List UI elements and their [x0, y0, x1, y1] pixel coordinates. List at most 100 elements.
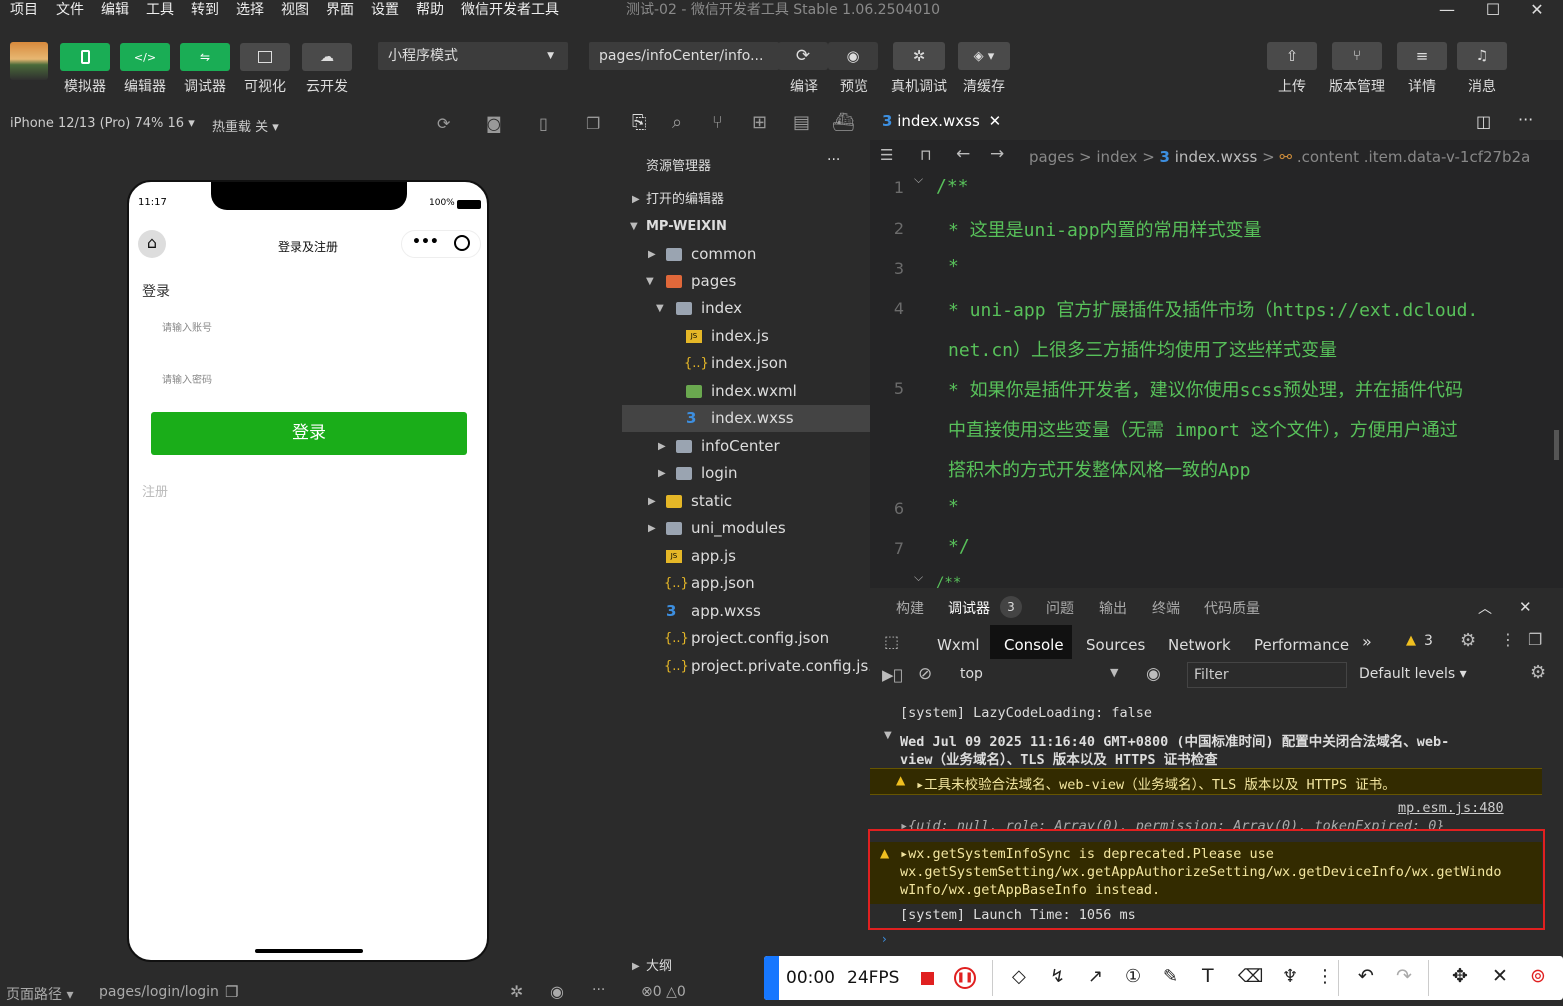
levels-select[interactable]: Default levels ▾	[1359, 666, 1467, 682]
avatar[interactable]	[10, 42, 48, 80]
record-icon[interactable]: ⊚	[1530, 965, 1546, 987]
remote-debug-button[interactable]: ✲	[893, 42, 945, 70]
recorder-handle[interactable]	[764, 956, 779, 1000]
pause-icon[interactable]: ❚❚	[954, 967, 976, 989]
maximize-icon[interactable]: ☐	[1478, 0, 1508, 22]
more-icon[interactable]: •••	[412, 234, 439, 250]
more-icon[interactable]: ···	[1518, 110, 1533, 129]
compile-button[interactable]: ⟳	[778, 42, 828, 70]
tab-terminal[interactable]: 终端	[1152, 598, 1180, 618]
tree-common[interactable]: ▶ common	[622, 241, 870, 268]
docker-icon[interactable]: ⛴	[832, 112, 855, 133]
tree-static[interactable]: ▶ static	[622, 488, 870, 515]
menu-project[interactable]: 项目	[10, 0, 38, 20]
tab-sources[interactable]: Sources	[1086, 632, 1145, 658]
mode-select[interactable]: 小程序模式 ▼	[378, 42, 568, 70]
breadcrumb-item[interactable]: .content .item.data-v-1cf27b2a	[1297, 148, 1531, 166]
device-select[interactable]: iPhone 12/13 (Pro) 74% 16 ▾	[10, 116, 195, 131]
breadcrumb-item[interactable]: index.wxss	[1175, 148, 1258, 166]
stop-icon[interactable]: ◙	[486, 114, 502, 133]
tree-login[interactable]: ▶ login	[622, 460, 870, 487]
register-link[interactable]: 注册	[142, 481, 168, 500]
polyline-icon[interactable]: ↯	[1050, 966, 1065, 987]
menu-help[interactable]: 帮助	[416, 0, 444, 20]
tree-index-wxml[interactable]: index.wxml	[622, 378, 870, 405]
filter-input[interactable]: Filter	[1187, 662, 1347, 688]
upload-button[interactable]: ⇧	[1267, 42, 1317, 70]
expand-icon[interactable]: ▼	[884, 730, 892, 741]
number-icon[interactable]: ①	[1125, 966, 1141, 987]
copy-icon[interactable]: ❐	[225, 983, 238, 1001]
forward-icon[interactable]: →	[990, 144, 1004, 164]
pen-icon[interactable]: ✎	[1163, 966, 1178, 987]
tab-output[interactable]: 输出	[1099, 598, 1127, 618]
tab-index-wxss[interactable]: 3 index.wxss ✕	[882, 112, 1001, 130]
redo-icon[interactable]: ↷	[1396, 965, 1412, 987]
close-window-icon[interactable]: ✕	[1522, 0, 1552, 22]
breadcrumb-item[interactable]: index	[1096, 148, 1137, 166]
debugger-button[interactable]: ⇋	[180, 43, 230, 71]
password-input[interactable]: 请输入密码	[162, 371, 212, 386]
bug-icon[interactable]: ✲	[510, 982, 523, 1001]
menu-wechat-devtools[interactable]: 微信开发者工具	[461, 0, 559, 20]
tree-project-private-config[interactable]: {..} project.private.config.js...	[622, 653, 883, 680]
move-icon[interactable]: ✥	[1452, 965, 1468, 987]
console-warning[interactable]: ▸工具未校验合法域名、web-view（业务域名）、TLS 版本以及 HTTPS…	[916, 773, 1396, 793]
spotlight-icon[interactable]: ♆	[1282, 966, 1298, 987]
eraser-icon[interactable]: ⌫	[1238, 966, 1263, 987]
root-folder[interactable]: ▼ MP-WEIXIN	[622, 213, 870, 240]
menu-interface[interactable]: 界面	[326, 0, 354, 20]
open-editors-section[interactable]: ▶ 打开的编辑器	[622, 186, 870, 213]
tab-debugger[interactable]: 调试器	[948, 598, 990, 618]
tree-app-js[interactable]: JS app.js	[622, 543, 870, 570]
page-select[interactable]: pages/infoCenter/info...	[589, 42, 779, 70]
eye-icon[interactable]: ◉	[1146, 664, 1161, 684]
menu-view[interactable]: 视图	[281, 0, 309, 20]
context-caret-icon[interactable]: ▼	[1110, 666, 1118, 679]
tab-network[interactable]: Network	[1168, 632, 1231, 658]
collapse-icon[interactable]: ︿	[1478, 598, 1492, 618]
visual-button[interactable]	[240, 43, 290, 71]
git-icon[interactable]: ⑂	[712, 112, 723, 133]
editor-scrollbar[interactable]	[1554, 430, 1559, 460]
account-input[interactable]: 请输入账号	[162, 319, 212, 334]
menu-goto[interactable]: 转到	[191, 0, 219, 20]
tree-index-wxss[interactable]: 3 index.wxss	[622, 405, 870, 432]
tree-infocenter[interactable]: ▶ infoCenter	[622, 433, 870, 460]
inspect-icon[interactable]: ⬚	[884, 632, 899, 651]
text-icon[interactable]: T	[1202, 965, 1214, 987]
source-link[interactable]: mp.esm.js:480	[1398, 800, 1504, 816]
code-editor[interactable]: ☰ ⊓ ← → pages > index > 3 index.wxss > ⚯…	[870, 140, 1563, 588]
error-count[interactable]: ⊗0 △0	[641, 984, 686, 1000]
stop-record-icon[interactable]	[921, 972, 934, 985]
close-recorder-icon[interactable]: ✕	[1492, 965, 1508, 987]
close-tab-icon[interactable]: ✕	[989, 112, 1002, 130]
fold-icon[interactable]: ⌵	[914, 172, 923, 187]
more-icon[interactable]: ···	[592, 982, 605, 998]
tab-code-quality[interactable]: 代码质量	[1204, 598, 1260, 618]
hotreload-toggle[interactable]: 热重载 关 ▾	[212, 116, 279, 135]
menu-settings[interactable]: 设置	[371, 0, 399, 20]
context-select[interactable]: top	[960, 666, 983, 682]
cloud-button[interactable]: ☁	[302, 43, 352, 71]
arrow-icon[interactable]: ↗	[1088, 966, 1103, 987]
menu-select[interactable]: 选择	[236, 0, 264, 20]
tree-index-json[interactable]: {..} index.json	[622, 350, 870, 377]
extensions-icon[interactable]: ⊞	[752, 112, 767, 133]
files-icon[interactable]: ⎘	[632, 112, 646, 133]
menu-edit[interactable]: 编辑	[101, 0, 129, 20]
preview-button[interactable]: ◉	[828, 42, 878, 70]
tab-build[interactable]: 构建	[896, 598, 924, 618]
refresh-icon[interactable]: ⟳	[437, 114, 450, 133]
menu-file[interactable]: 文件	[56, 0, 84, 20]
page-path[interactable]: pages/login/login	[99, 984, 219, 1000]
clear-console-icon[interactable]: ⊘	[918, 664, 932, 684]
tree-app-json[interactable]: {..} app.json	[622, 570, 870, 597]
login-button[interactable]: 登录	[151, 412, 467, 455]
eye-icon[interactable]: ◉	[550, 982, 564, 1001]
search-icon[interactable]: ⌕	[672, 112, 682, 133]
tab-console[interactable]: Console	[1004, 632, 1064, 658]
messages-button[interactable]: ♫	[1457, 42, 1507, 70]
shape-icon[interactable]: ◇	[1012, 966, 1026, 987]
more-tools-icon[interactable]: ⋮	[1316, 966, 1334, 987]
